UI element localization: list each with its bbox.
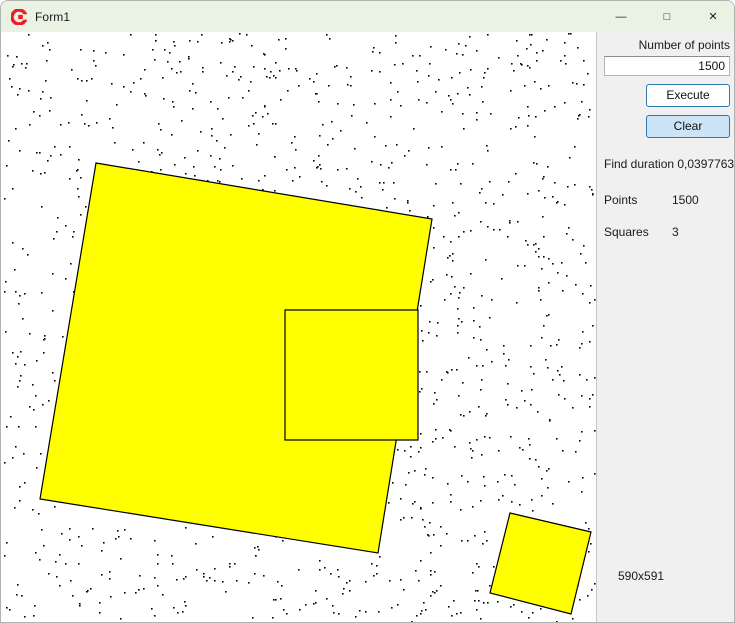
find-duration-text: Find duration 0,0397763 [604,157,735,171]
title-bar: Form1 — □ ✕ [1,1,734,33]
medium-square [284,309,419,441]
scene-svg [4,33,596,622]
c-logo-icon [11,8,27,25]
minimize-button[interactable]: — [598,1,644,32]
number-of-points-input[interactable] [604,56,730,76]
control-panel: Number of points Execute Clear Find dura… [598,32,735,622]
canvas-dimensions-text: 590x591 [618,569,665,583]
window-title: Form1 [35,9,71,24]
execute-button[interactable]: Execute [646,84,730,107]
clear-button[interactable]: Clear [646,115,730,138]
drawing-canvas[interactable] [1,32,597,622]
stat-points-label: Points [604,193,638,207]
detected-squares-layer [39,162,592,615]
stat-squares-value: 3 [672,225,679,239]
small-square [489,512,592,615]
maximize-button[interactable]: □ [644,1,690,32]
window-controls: — □ ✕ [598,1,734,32]
stat-squares-label: Squares [604,225,649,239]
close-button[interactable]: ✕ [690,1,734,32]
app-window: Form1 — □ ✕ Number of points Execute Cle… [0,0,735,623]
stat-points-value: 1500 [672,193,699,207]
points-label: Number of points [638,38,730,52]
